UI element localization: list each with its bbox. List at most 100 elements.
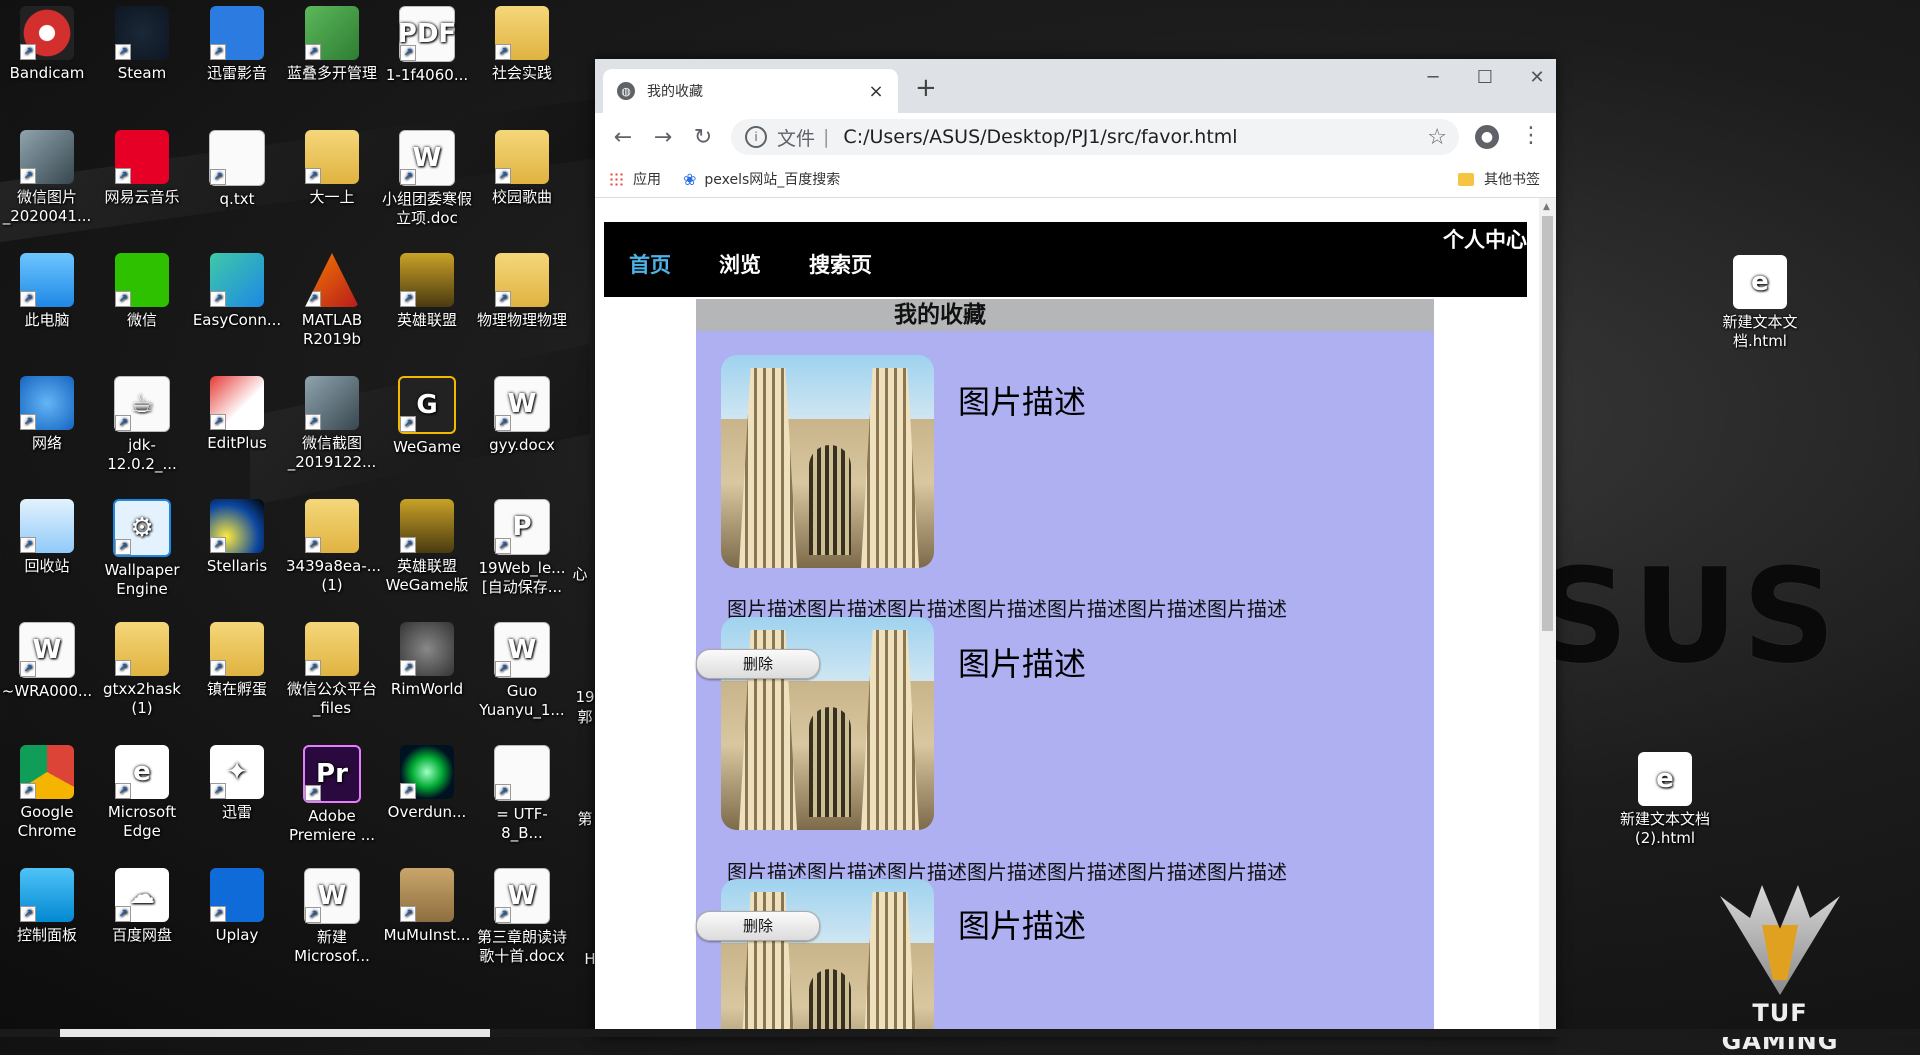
delete-button[interactable]: 删除 bbox=[696, 911, 820, 941]
desktop-icon[interactable]: ↗ 回收站 bbox=[1, 499, 93, 576]
bookmark-pexels[interactable]: ❀ pexels网站_百度搜索 bbox=[683, 169, 840, 189]
bookmark-apps[interactable]: 应用 bbox=[609, 169, 661, 189]
desktop-icon[interactable]: ↗ Uplay bbox=[191, 868, 283, 945]
desktop-icon[interactable]: ↗ 蓝叠多开管理 bbox=[286, 6, 378, 83]
desktop-icon[interactable]: ↗ Stellaris bbox=[191, 499, 283, 576]
folder-icon: ↗ bbox=[305, 130, 359, 184]
desktop-icon-html-file-2[interactable]: e 新建文本文档 (2).html bbox=[1615, 752, 1715, 848]
desktop-icon[interactable]: ↗ 物理物理物理 bbox=[476, 253, 568, 330]
desktop-icon[interactable]: ↗ 大一上 bbox=[286, 130, 378, 207]
address-bar[interactable]: i 文件 | C:/Users/ASUS/Desktop/PJ1/src/fav… bbox=[731, 119, 1459, 155]
folder-icon: ↗ bbox=[210, 622, 264, 676]
minimize-button[interactable]: ─ bbox=[1413, 67, 1453, 88]
desktop-icon-html-file[interactable]: e 新建文本文档.html bbox=[1710, 255, 1810, 351]
desktop-icon[interactable]: ↗ 微信截图_2019122... bbox=[286, 376, 378, 472]
bookmark-star-icon[interactable]: ☆ bbox=[1427, 125, 1447, 150]
tab-favor[interactable]: ◍ 我的收藏 × bbox=[603, 69, 898, 113]
nav-browse-link[interactable]: 浏览 bbox=[719, 249, 761, 279]
desktop-icon[interactable]: P ↗ 19Web_le...[自动保存... bbox=[476, 499, 568, 597]
favorite-thumbnail[interactable] bbox=[721, 355, 934, 568]
menu-kebab-icon[interactable]: ⋮ bbox=[1520, 123, 1542, 148]
desktop-icon[interactable]: ☁ ↗ 百度网盘 bbox=[96, 868, 188, 945]
desktop-icon[interactable]: ↗ 微信公众平台_files bbox=[286, 622, 378, 718]
forward-button[interactable]: → bbox=[643, 125, 683, 150]
matlab-icon: ↗ bbox=[305, 253, 359, 307]
nav-personal-center-link[interactable]: 个人中心 bbox=[1443, 224, 1527, 254]
shortcut-arrow-icon: ↗ bbox=[210, 414, 226, 430]
info-icon[interactable]: i bbox=[745, 126, 767, 148]
desktop-icon[interactable]: ↗ 微信 bbox=[96, 253, 188, 330]
desktop-icon[interactable]: ↗ 3439a8ea-...(1) bbox=[286, 499, 381, 595]
nav-home-link[interactable]: 首页 bbox=[629, 249, 671, 279]
desktop-icon-label: 第三章朗读诗歌十首.docx bbox=[476, 928, 567, 965]
reload-button[interactable]: ↻ bbox=[683, 125, 723, 150]
baidu-paw-icon: ❀ bbox=[683, 169, 697, 189]
desktop-icon[interactable]: ↗ 此电脑 bbox=[1, 253, 93, 330]
desktop-icon[interactable]: ↗ MuMuInst... bbox=[381, 868, 473, 945]
delete-button[interactable]: 删除 bbox=[696, 649, 820, 679]
nav-search-link[interactable]: 搜索页 bbox=[809, 249, 872, 279]
desktop-icon[interactable]: ↗ 英雄联盟WeGame版 bbox=[381, 499, 473, 595]
desktop-icon[interactable]: W ↗ Guo Yuanyu_1... bbox=[476, 622, 568, 720]
desktop-icon-label: Uplay bbox=[215, 926, 259, 944]
desktop-icon[interactable]: ⚙ ↗ Wallpaper Engine bbox=[96, 499, 188, 599]
url-text[interactable]: C:/Users/ASUS/Desktop/PJ1/src/favor.html bbox=[843, 126, 1237, 148]
desktop-icon[interactable]: ↗ Steam bbox=[96, 6, 188, 83]
desktop-icon[interactable]: ↗ 网络 bbox=[1, 376, 93, 453]
thumbnail-tower bbox=[861, 630, 919, 830]
desktop-icon[interactable]: ↗ 控制面板 bbox=[1, 868, 93, 945]
desktop-icon[interactable]: G ↗ WeGame bbox=[381, 376, 473, 457]
shortcut-arrow-icon: ↗ bbox=[115, 539, 131, 555]
shortcut-arrow-icon: ↗ bbox=[305, 907, 321, 923]
desktop-icon[interactable]: ↗ Overdun... bbox=[381, 745, 473, 822]
word-doc-icon: W ↗ bbox=[304, 868, 360, 924]
close-tab-icon[interactable]: × bbox=[864, 81, 888, 102]
page-scrollbar[interactable]: ▲ bbox=[1539, 198, 1556, 1037]
desktop-icon[interactable]: W ↗ 第三章朗读诗歌十首.docx bbox=[476, 868, 568, 966]
favorite-thumbnail[interactable] bbox=[721, 879, 934, 1037]
desktop-icon[interactable]: W ↗ ~WRA000... bbox=[1, 622, 93, 701]
desktop-icon-label: 微信图片_2020041... bbox=[2, 188, 92, 225]
desktop-icon[interactable]: ↗ RimWorld bbox=[381, 622, 473, 699]
desktop-icon[interactable]: ↗ 微信图片_2020041... bbox=[1, 130, 93, 226]
desktop-icon[interactable]: ↗ 英雄联盟 bbox=[381, 253, 473, 330]
desktop-icon[interactable]: Pr ↗ Adobe Premiere ... bbox=[286, 745, 378, 845]
desktop-icon[interactable]: ↗ MATLAB R2019b bbox=[286, 253, 378, 349]
desktop-icon[interactable]: ↗ 迅雷影音 bbox=[191, 6, 283, 83]
tab-title: 我的收藏 bbox=[647, 84, 703, 100]
desktop-icon[interactable]: ↗ 镇在孵蛋 bbox=[191, 622, 283, 699]
desktop-icon[interactable]: ↗ 社会实践 bbox=[476, 6, 568, 83]
shortcut-arrow-icon: ↗ bbox=[400, 660, 416, 676]
desktop-icon[interactable]: ↗ EditPlus bbox=[191, 376, 283, 453]
desktop-icon[interactable]: ☕ ↗ jdk-12.0.2_... bbox=[96, 376, 188, 474]
edge-html-file-icon: e bbox=[1733, 255, 1787, 309]
maximize-button[interactable]: ☐ bbox=[1465, 67, 1505, 88]
desktop-icon[interactable]: W ↗ gyy.docx bbox=[476, 376, 568, 455]
desktop-icon[interactable]: ↗ Google Chrome bbox=[1, 745, 93, 841]
desktop-icon[interactable]: ↗ Bandicam bbox=[1, 6, 93, 83]
desktop-icon[interactable]: PDF ↗ 1-1f4060... bbox=[381, 6, 473, 85]
desktop-icon-label: 此电脑 bbox=[24, 311, 70, 329]
shortcut-arrow-icon: ↗ bbox=[400, 537, 416, 553]
desktop-icon[interactable]: ↗ EasyConn... bbox=[191, 253, 283, 330]
profile-avatar-icon[interactable]: ● bbox=[1475, 125, 1499, 149]
desktop-icon[interactable]: ✦ ↗ 迅雷 bbox=[191, 745, 283, 822]
shortcut-arrow-icon: ↗ bbox=[115, 783, 131, 799]
back-button[interactable]: ← bbox=[603, 125, 643, 150]
shortcut-arrow-icon: ↗ bbox=[210, 660, 226, 676]
desktop-icon[interactable]: e ↗ Microsoft Edge bbox=[96, 745, 188, 841]
desktop-icon[interactable]: W ↗ 小组团委寒假立项.doc bbox=[381, 130, 473, 228]
close-window-button[interactable]: ✕ bbox=[1517, 67, 1556, 88]
other-bookmarks[interactable]: 其他书签 bbox=[1458, 169, 1540, 189]
desktop-icon[interactable]: ↗ q.txt bbox=[191, 130, 283, 209]
desktop-icon-label: 社会实践 bbox=[491, 64, 552, 82]
desktop-icon[interactable]: W ↗ 新建 Microsof... bbox=[286, 868, 378, 966]
new-tab-button[interactable]: + bbox=[915, 73, 937, 103]
desktop-icon[interactable]: ↗ 网易云音乐 bbox=[96, 130, 188, 207]
scroll-thumb[interactable] bbox=[1542, 216, 1553, 631]
scroll-up-arrow-icon[interactable]: ▲ bbox=[1543, 202, 1550, 212]
desktop-icon[interactable]: ↗ = UTF-8_B... bbox=[476, 745, 568, 843]
desktop-icon[interactable]: ↗ gtxx2hask (1) bbox=[96, 622, 188, 718]
desktop-icon-label: 新建文本文档.html bbox=[1722, 313, 1798, 350]
desktop-icon[interactable]: ↗ 校园歌曲 bbox=[476, 130, 568, 207]
